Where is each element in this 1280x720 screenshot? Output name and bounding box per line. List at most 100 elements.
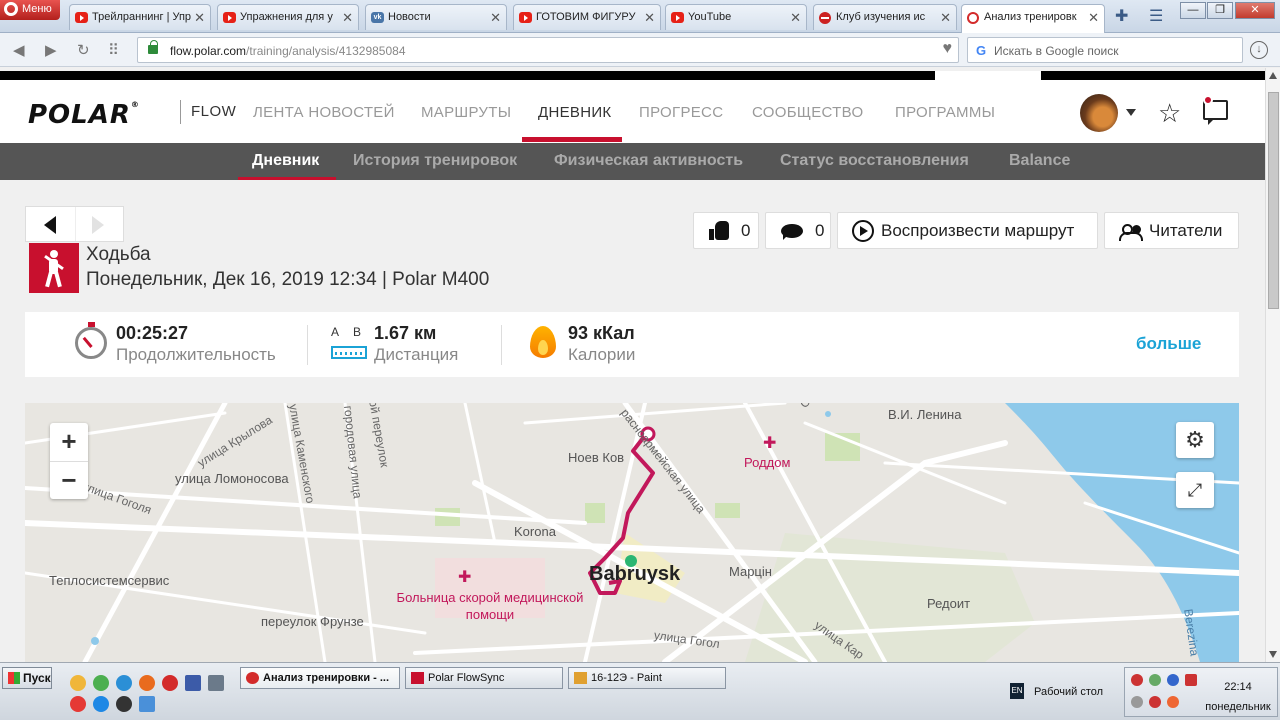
- polar-logo[interactable]: POLAR®: [28, 100, 140, 130]
- close-tab-icon[interactable]: ✕: [1088, 10, 1099, 26]
- firefox-icon[interactable]: [139, 675, 155, 691]
- browser-tab-strip: Меню Трейлраннинг | Упр ✕ Упражнения для …: [0, 0, 1280, 33]
- scroll-up-icon[interactable]: [1269, 72, 1277, 79]
- browser-tab-active[interactable]: Анализ тренировк ✕: [961, 4, 1105, 33]
- ie-icon[interactable]: [93, 696, 109, 712]
- scroll-down-icon[interactable]: [1269, 651, 1277, 658]
- youtube-icon: [75, 12, 88, 23]
- tray-icon[interactable]: [1149, 674, 1161, 686]
- zoom-out-button[interactable]: −: [50, 461, 88, 499]
- maximize-button[interactable]: ❐: [1207, 2, 1233, 19]
- star-icon[interactable]: ☆: [1158, 98, 1181, 129]
- youtube-icon: [671, 12, 684, 23]
- previous-session-icon[interactable]: [44, 216, 56, 234]
- followers-button[interactable]: Читатели: [1104, 212, 1239, 249]
- distance-label: Дистанция: [374, 345, 459, 364]
- distance-value: 1.67 км: [374, 323, 437, 343]
- page-scrollbar[interactable]: [1265, 68, 1280, 662]
- avatar[interactable]: [1080, 94, 1118, 132]
- close-tab-icon[interactable]: ✕: [644, 10, 655, 26]
- start-button[interactable]: Пуск: [2, 667, 52, 689]
- save-icon[interactable]: [185, 675, 201, 691]
- map-label: Korona: [514, 524, 556, 539]
- thumbs-up-icon: [709, 220, 729, 241]
- calculator-icon[interactable]: [208, 675, 224, 691]
- tray-icon[interactable]: [1131, 696, 1143, 708]
- next-session-icon[interactable]: [92, 216, 104, 234]
- back-icon[interactable]: ◀: [13, 41, 25, 59]
- close-tab-icon[interactable]: ✕: [194, 10, 205, 26]
- speed-dial-icon[interactable]: ⠿: [108, 41, 119, 59]
- chevron-down-icon[interactable]: [1126, 109, 1136, 116]
- more-link[interactable]: больше: [1136, 334, 1201, 354]
- session-meta: Понедельник, Дек 16, 2019 12:34 | Polar …: [86, 269, 490, 290]
- browser-tab[interactable]: Трейлраннинг | Упр ✕: [69, 4, 211, 30]
- scroll-thumb[interactable]: [1268, 92, 1279, 309]
- subnav-recovery[interactable]: Статус восстановления: [780, 152, 969, 170]
- map-settings-icon[interactable]: ⚙: [1176, 422, 1214, 458]
- minimize-button[interactable]: —: [1180, 2, 1206, 19]
- close-tab-icon[interactable]: ✕: [790, 10, 801, 26]
- tray-icon[interactable]: [1167, 674, 1179, 686]
- browser-tab[interactable]: ГОТОВИМ ФИГУРУ ✕: [513, 4, 661, 30]
- club-icon: [819, 12, 831, 24]
- followers-icon: [1119, 223, 1143, 241]
- subnav-diary[interactable]: Дневник: [252, 152, 319, 170]
- close-tab-icon[interactable]: ✕: [342, 10, 353, 26]
- taskbar-window[interactable]: Polar FlowSync: [405, 667, 563, 689]
- nav-community[interactable]: СООБЩЕСТВО: [752, 104, 863, 121]
- youtube-icon: [223, 12, 236, 23]
- nav-diary[interactable]: ДНЕВНИК: [538, 104, 611, 121]
- nav-programs[interactable]: ПРОГРАММЫ: [895, 104, 995, 121]
- like-button[interactable]: 0: [693, 212, 759, 249]
- chrome-icon[interactable]: [93, 675, 109, 691]
- download-icon[interactable]: ↓: [1250, 41, 1268, 59]
- nav-progress[interactable]: ПРОГРЕСС: [639, 104, 723, 121]
- browser-tab[interactable]: Упражнения для у ✕: [217, 4, 359, 30]
- browser-tab[interactable]: YouTube ✕: [665, 4, 807, 30]
- zoom-in-button[interactable]: +: [50, 423, 88, 461]
- taskbar-window[interactable]: 16-12Э - Paint: [568, 667, 726, 689]
- clock[interactable]: 22:14 понедельник: [1198, 677, 1278, 717]
- yandex-icon[interactable]: [70, 696, 86, 712]
- subnav-activity[interactable]: Физическая активность: [554, 152, 743, 170]
- comments-button[interactable]: 0: [765, 212, 831, 249]
- subnav-balance[interactable]: Balance: [1009, 152, 1070, 170]
- fullscreen-icon[interactable]: ⤢: [1176, 472, 1214, 508]
- replay-route-button[interactable]: Воспроизвести маршрут: [837, 212, 1098, 249]
- quicklaunch-icon[interactable]: [70, 675, 86, 691]
- shield-icon[interactable]: [1185, 674, 1197, 686]
- tray-icon[interactable]: [1131, 674, 1143, 686]
- close-window-button[interactable]: ✕: [1235, 2, 1275, 19]
- browser-tab[interactable]: vk Новости ✕: [365, 4, 507, 30]
- close-tab-icon[interactable]: ✕: [490, 10, 501, 26]
- bookmark-heart-icon[interactable]: ♥: [943, 40, 953, 58]
- ruler-icon: [331, 346, 367, 359]
- reload-icon[interactable]: ↻: [77, 41, 90, 59]
- tab-menu-icon[interactable]: ☰: [1149, 6, 1163, 26]
- url-input[interactable]: flow.polar.com/training/analysis/4132985…: [137, 37, 959, 63]
- quicklaunch-icon[interactable]: [116, 675, 132, 691]
- windows-flag-icon: [8, 672, 20, 684]
- browser-tab[interactable]: Клуб изучения ис ✕: [813, 4, 957, 30]
- desktop-toolbar[interactable]: Рабочий стол: [1034, 686, 1103, 698]
- sub-navigation: Дневник История тренировок Физическая ак…: [0, 143, 1265, 180]
- nav-feed[interactable]: ЛЕНТА НОВОСТЕЙ: [253, 104, 395, 121]
- calories-value: 93 кКал: [568, 323, 635, 343]
- opera-icon[interactable]: [162, 675, 178, 691]
- media-icon[interactable]: [116, 696, 132, 712]
- taskbar-window[interactable]: Анализ тренировки - ...: [240, 667, 400, 689]
- forward-icon[interactable]: ▶: [45, 41, 57, 59]
- quicklaunch-icon[interactable]: [139, 696, 155, 712]
- tray-icon[interactable]: [1167, 696, 1179, 708]
- search-input[interactable]: G Искать в Google поиск: [967, 37, 1243, 63]
- new-tab-icon[interactable]: ✚: [1115, 6, 1128, 26]
- route-map[interactable]: ✚ ✚ улица Крылова улица Каменского город…: [25, 403, 1239, 662]
- language-indicator[interactable]: EN: [1010, 683, 1024, 699]
- nav-routes[interactable]: МАРШРУТЫ: [421, 104, 511, 121]
- tray-icon[interactable]: [1149, 696, 1161, 708]
- duration-label: Продолжительность: [116, 345, 276, 364]
- close-tab-icon[interactable]: ✕: [940, 10, 951, 26]
- subnav-history[interactable]: История тренировок: [353, 152, 517, 170]
- browser-menu-button[interactable]: Меню: [0, 0, 60, 20]
